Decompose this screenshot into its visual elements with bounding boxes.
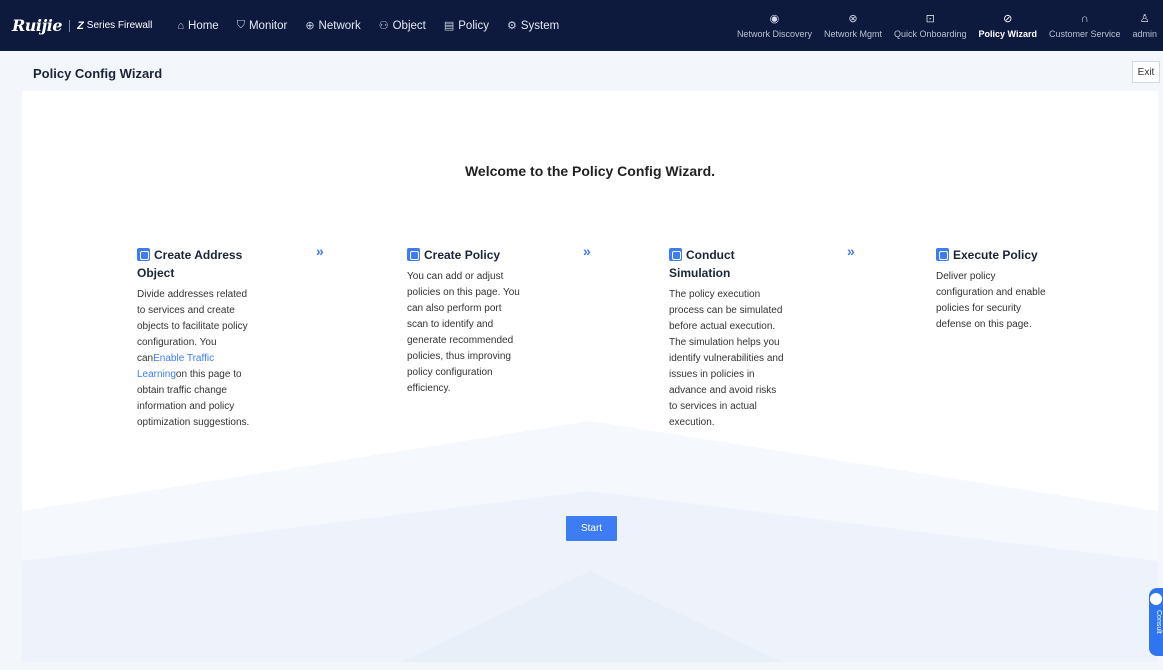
step-title-text: Create Policy xyxy=(424,248,501,262)
tool-network-discovery[interactable]: ◉ Network Discovery xyxy=(731,0,818,51)
tool-network-mgmt[interactable]: ⊗ Network Mgmt xyxy=(818,0,888,51)
chat-icon xyxy=(1150,593,1162,605)
user-group-icon: ⚇ xyxy=(378,20,389,32)
menu-item-label: Monitor xyxy=(248,19,288,32)
tool-quick-onboarding[interactable]: ⊡ Quick Onboarding xyxy=(888,0,973,51)
tool-policy-wizard[interactable]: ⊘ Policy Wizard xyxy=(973,0,1043,51)
headset-icon: ∩ xyxy=(1080,12,1089,25)
menu-item-object[interactable]: ⚇ Object xyxy=(378,19,426,33)
step-title: Create Address Object xyxy=(137,246,252,282)
chevron-right-icon: » xyxy=(316,243,324,259)
menu-item-label: Home xyxy=(188,19,219,32)
step-title-text: Execute Policy xyxy=(953,248,1038,262)
menu-item-label: Network xyxy=(318,19,361,32)
step-create-policy: Create Policy You can add or adjust poli… xyxy=(407,246,522,397)
policy-icon: ▤ xyxy=(443,20,455,32)
z-series-mark: Z xyxy=(77,19,84,32)
radar-icon: ◉ xyxy=(769,12,780,25)
page-header: Policy Config Wizard xyxy=(0,51,1163,91)
brand[interactable]: Ruijie Z Series Firewall xyxy=(0,0,152,51)
top-nav-bar: Ruijie Z Series Firewall ⌂ Home ⛉ Monito… xyxy=(0,0,1163,51)
network-mgmt-icon: ⊗ xyxy=(848,12,858,25)
globe-icon: ⊕ xyxy=(305,20,315,32)
step-title: Create Policy xyxy=(407,246,522,264)
welcome-heading: Welcome to the Policy Config Wizard. xyxy=(464,163,716,179)
consult-label: Consult xyxy=(1155,610,1162,634)
onboarding-icon: ⊡ xyxy=(925,12,935,25)
step-description: Deliver policy configuration and enable … xyxy=(936,271,1046,330)
user-icon: ♙ xyxy=(1139,12,1150,25)
start-button[interactable]: Start xyxy=(566,516,617,541)
step-description: Divide addresses related to services and… xyxy=(137,287,252,431)
menu-item-monitor[interactable]: ⛉ Monitor xyxy=(237,19,288,32)
home-icon: ⌂ xyxy=(177,19,185,32)
tool-label: Policy Wizard xyxy=(978,28,1037,39)
compass-icon: ⊘ xyxy=(1003,12,1013,25)
address-object-icon xyxy=(137,248,150,261)
menu-item-label: Object xyxy=(392,19,426,32)
step-title: Execute Policy xyxy=(936,246,1051,264)
tool-admin[interactable]: ♙ admin xyxy=(1126,0,1163,51)
tool-customer-service[interactable]: ∩ Customer Service xyxy=(1043,0,1127,51)
step-title: Conduct Simulation xyxy=(669,246,784,282)
page-title: Policy Config Wizard xyxy=(33,66,163,81)
menu-item-network[interactable]: ⊕ Network xyxy=(305,19,361,33)
tool-label: Quick Onboarding xyxy=(893,28,967,39)
tool-label: Network Mgmt xyxy=(823,28,882,39)
gear-icon: ⚙ xyxy=(506,20,517,32)
policy-icon xyxy=(407,248,420,261)
step-title-text: Create Address Object xyxy=(137,248,243,280)
tool-label: admin xyxy=(1132,28,1157,39)
menu-item-label: System xyxy=(520,19,560,32)
step-execute-policy: Execute Policy Deliver policy configurat… xyxy=(936,246,1051,333)
brand-series: Z Series Firewall xyxy=(77,20,152,32)
step-create-address-object: Create Address Object Divide addresses r… xyxy=(137,246,252,431)
brand-divider xyxy=(69,19,71,32)
tool-label: Network Discovery xyxy=(736,28,812,39)
shield-icon: ⛉ xyxy=(236,19,245,31)
tool-label: Customer Service xyxy=(1048,28,1121,39)
execute-icon xyxy=(936,248,949,261)
menu-item-policy[interactable]: ▤ Policy xyxy=(443,19,489,33)
exit-button[interactable]: Exit xyxy=(1132,61,1160,83)
main-menu: ⌂ Home ⛉ Monitor ⊕ Network ⚇ Object ▤ Po… xyxy=(177,0,577,51)
step-conduct-simulation: Conduct Simulation The policy execution … xyxy=(669,246,784,431)
step-description: The policy execution process can be simu… xyxy=(669,289,784,428)
menu-item-system[interactable]: ⚙ System xyxy=(506,19,560,33)
menu-item-home[interactable]: ⌂ Home xyxy=(177,20,218,32)
step-description: You can add or adjust policies on this p… xyxy=(407,271,520,394)
toolbar-shortcuts: ◉ Network Discovery ⊗ Network Mgmt ⊡ Qui… xyxy=(731,0,1163,51)
menu-item-label: Policy xyxy=(458,19,489,32)
simulation-icon xyxy=(669,248,682,261)
chevron-right-icon: » xyxy=(583,243,591,259)
wizard-card: Welcome to the Policy Config Wizard. Cre… xyxy=(22,91,1158,662)
brand-series-text: Series Firewall xyxy=(86,20,153,31)
chevron-right-icon: » xyxy=(847,243,855,259)
brand-logo: Ruijie xyxy=(12,16,63,35)
